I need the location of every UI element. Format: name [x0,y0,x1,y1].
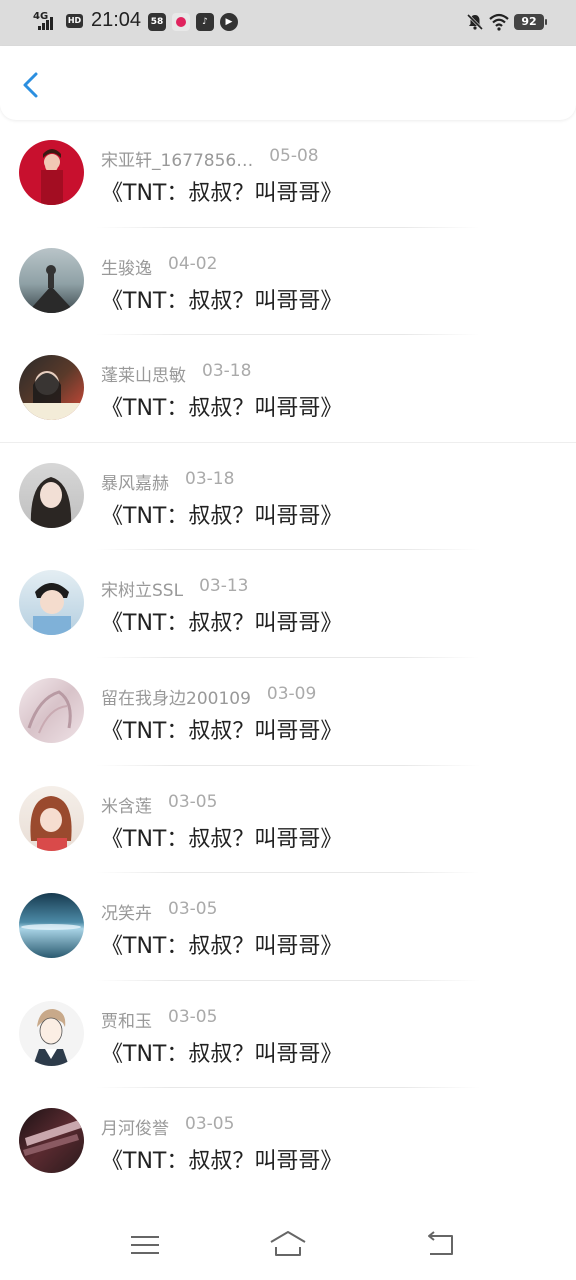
date-label: 03-18 [202,361,252,382]
item-title[interactable]: 《TNT：叔叔？叫哥哥》 [101,928,342,960]
list-item[interactable]: 留在我身边200109 03-09 《TNT：叔叔？叫哥哥》 [0,658,576,766]
item-title[interactable]: 《TNT：叔叔？叫哥哥》 [101,1036,342,1068]
item-title[interactable]: 《TNT：叔叔？叫哥哥》 [101,283,342,315]
app-58-icon: 58 [148,13,166,31]
avatar[interactable] [19,785,84,851]
item-title[interactable]: 《TNT：叔叔？叫哥哥》 [101,1143,342,1175]
avatar[interactable] [19,893,84,959]
tiktok-icon: ♪ [196,13,214,31]
list-item[interactable]: 米含莲 03-05 《TNT：叔叔？叫哥哥》 [0,766,576,874]
back-icon[interactable] [420,1228,460,1260]
signal-icon [38,16,56,30]
item-title[interactable]: 《TNT：叔叔？叫哥哥》 [101,605,342,637]
list-item[interactable]: 宋树立SSL 03-13 《TNT：叔叔？叫哥哥》 [0,550,576,658]
item-meta: 宋亚轩_1677856… 05-08 [101,146,319,171]
back-arrow-icon[interactable] [14,68,48,102]
username[interactable]: 生骏逸 [101,254,152,279]
header [0,46,576,120]
username[interactable]: 月河俊誉 [101,1114,169,1139]
username[interactable]: 宋树立SSL [101,576,183,601]
username[interactable]: 况笑卉 [101,899,152,924]
menu-icon[interactable] [125,1228,165,1260]
item-title[interactable]: 《TNT：叔叔？叫哥哥》 [101,175,342,207]
avatar[interactable] [19,462,84,528]
username[interactable]: 宋亚轩_1677856… [101,146,253,171]
avatar[interactable] [19,677,84,743]
mute-icon [466,13,484,31]
date-label: 03-05 [168,899,218,920]
system-nav-bar [0,1200,576,1280]
username[interactable]: 蓬莱山思敏 [101,361,186,386]
app-notification-icon [172,13,190,31]
avatar[interactable] [19,247,84,313]
item-meta: 蓬莱山思敏 03-18 [101,361,251,386]
username[interactable]: 贾和玉 [101,1007,152,1032]
date-label: 03-13 [199,576,249,597]
date-label: 05-08 [269,146,319,166]
date-label: 04-02 [168,253,218,274]
item-meta: 暴风嘉赫 03-18 [101,469,234,494]
item-meta: 宋树立SSL 03-13 [101,576,248,601]
status-time: 21:04 [91,9,142,31]
item-meta: 留在我身边200109 03-09 [101,684,316,709]
item-meta: 生骏逸 04-02 [101,254,217,279]
item-title[interactable]: 《TNT：叔叔？叫哥哥》 [101,713,342,745]
status-bar: 4G HD 21:04 58 ♪ ▶ 92 [0,0,576,46]
item-meta: 月河俊誉 03-05 [101,1114,234,1139]
username[interactable]: 米含莲 [101,792,152,817]
date-label: 03-05 [168,1006,218,1027]
date-label: 03-05 [168,791,218,812]
wifi-icon [489,13,509,31]
item-meta: 米含莲 03-05 [101,792,217,817]
list-item[interactable]: 生骏逸 04-02 《TNT：叔叔？叫哥哥》 [0,228,576,336]
comment-list: 宋亚轩_1677856… 05-08 《TNT：叔叔？叫哥哥》 生骏逸 04-02 … [0,120,576,1196]
item-meta: 贾和玉 03-05 [101,1007,217,1032]
list-item[interactable]: 宋亚轩_1677856… 05-08 《TNT：叔叔？叫哥哥》 [0,120,576,228]
list-item[interactable]: 况笑卉 03-05 《TNT：叔叔？叫哥哥》 [0,873,576,981]
item-title[interactable]: 《TNT：叔叔？叫哥哥》 [101,821,342,853]
list-item[interactable]: 暴风嘉赫 03-18 《TNT：叔叔？叫哥哥》 [0,443,576,551]
date-label: 03-09 [266,683,317,704]
avatar[interactable] [19,1108,84,1174]
date-label: 03-18 [185,468,235,489]
username[interactable]: 留在我身边200109 [101,684,251,709]
play-icon: ▶ [220,13,238,31]
list-item[interactable]: 蓬莱山思敏 03-18 《TNT：叔叔？叫哥哥》 [0,335,576,443]
list-item[interactable]: 贾和玉 03-05 《TNT：叔叔？叫哥哥》 [0,981,576,1089]
item-title[interactable]: 《TNT：叔叔？叫哥哥》 [101,498,342,530]
item-title[interactable]: 《TNT：叔叔？叫哥哥》 [101,390,342,422]
home-icon[interactable] [268,1228,308,1260]
avatar[interactable] [19,140,84,205]
hd-icon: HD [66,14,83,28]
list-item[interactable]: 月河俊誉 03-05 《TNT：叔叔？叫哥哥》 [0,1088,576,1196]
item-meta: 况笑卉 03-05 [101,899,217,924]
battery-indicator: 92 [514,14,547,30]
username[interactable]: 暴风嘉赫 [101,469,169,494]
date-label: 03-05 [185,1114,235,1135]
avatar[interactable] [19,570,84,636]
avatar[interactable] [19,355,84,421]
avatar[interactable] [19,1000,84,1066]
